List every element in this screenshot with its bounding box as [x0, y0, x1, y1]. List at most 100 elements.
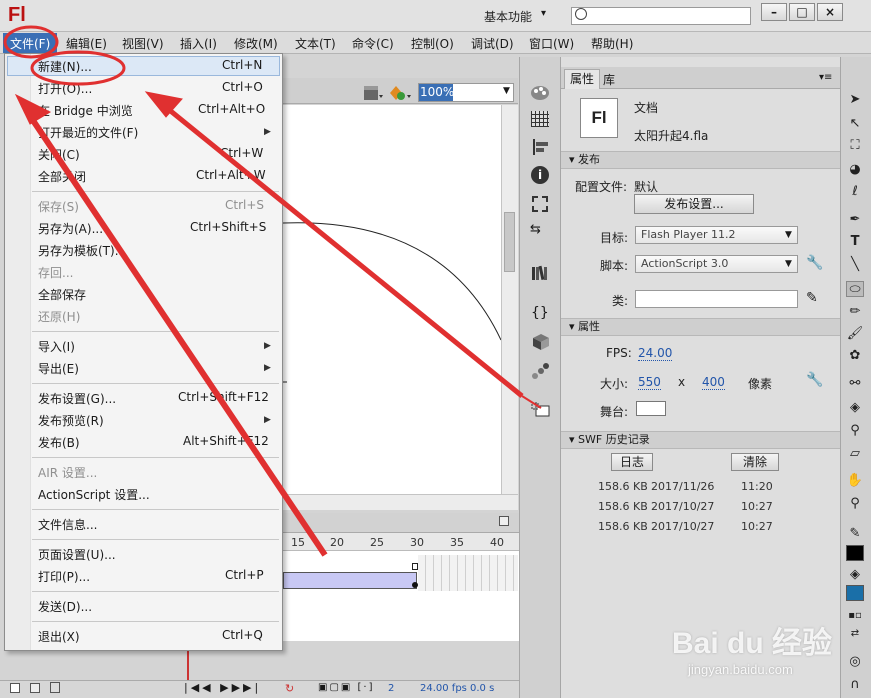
- motion-presets-icon[interactable]: [531, 362, 551, 380]
- keyframe-filled[interactable]: [412, 582, 418, 588]
- menu-item-new[interactable]: 新建(N)...: [38, 58, 92, 75]
- wrench-icon[interactable]: 🔧: [806, 255, 823, 271]
- menu-item-send[interactable]: 发送(D)...: [38, 598, 92, 615]
- section-swf-history[interactable]: ▾ SWF 历史记录: [561, 431, 840, 449]
- menu-item-export[interactable]: 导出(E): [38, 360, 79, 377]
- text-tool-icon[interactable]: T: [846, 234, 864, 250]
- vertical-scrollbar[interactable]: [501, 105, 518, 494]
- menu-modify[interactable]: 修改(M): [234, 35, 278, 52]
- new-layer-icon[interactable]: [10, 683, 20, 693]
- timeline-frame-grid[interactable]: [418, 555, 518, 591]
- menu-item-check-in[interactable]: 存回...: [38, 264, 73, 281]
- brush-tool-icon[interactable]: 🖌: [846, 326, 864, 342]
- pen-tool-icon[interactable]: ✒: [846, 212, 864, 228]
- magnet-icon[interactable]: ∩: [846, 677, 864, 693]
- fps-value[interactable]: 24.00: [638, 346, 673, 361]
- search-input[interactable]: [571, 7, 751, 25]
- menu-commands[interactable]: 命令(C): [352, 35, 394, 52]
- snap-icon[interactable]: ◎: [846, 654, 864, 670]
- onion-skin-icon[interactable]: ▣▢▣ [·]: [318, 682, 375, 693]
- edit-scene-icon[interactable]: [362, 84, 384, 102]
- info-icon[interactable]: i: [531, 166, 549, 184]
- close-button[interactable]: ×: [817, 3, 843, 21]
- hand-tool-icon[interactable]: ✋: [846, 473, 864, 489]
- menu-item-publish-preview[interactable]: 发布预览(R): [38, 412, 104, 429]
- menu-item-publish-settings[interactable]: 发布设置(G)...: [38, 390, 116, 407]
- stage-color-swatch[interactable]: [636, 401, 666, 416]
- clear-button[interactable]: 清除: [731, 453, 779, 471]
- tween-span[interactable]: [283, 572, 417, 589]
- fill-color-icon[interactable]: ◈: [846, 567, 864, 583]
- library-icon[interactable]: [531, 264, 549, 282]
- menu-edit[interactable]: 编辑(E): [66, 35, 107, 52]
- eyedropper-icon[interactable]: ⚲: [846, 423, 864, 439]
- edit-symbol-icon[interactable]: [388, 84, 414, 102]
- keyframe-empty[interactable]: [412, 563, 418, 570]
- lasso-icon[interactable]: ℓ: [846, 184, 864, 200]
- selection-tool-icon[interactable]: ➤: [846, 92, 864, 108]
- menu-insert[interactable]: 插入(I): [180, 35, 217, 52]
- timeline-ruler[interactable]: [283, 533, 519, 551]
- menu-item-save-all[interactable]: 全部保存: [38, 286, 86, 303]
- script-select[interactable]: ActionScript 3.0: [635, 255, 798, 273]
- menu-help[interactable]: 帮助(H): [591, 35, 633, 52]
- menu-view[interactable]: 视图(V): [122, 35, 164, 52]
- menu-item-save-as[interactable]: 另存为(A)...: [38, 220, 103, 237]
- target-select[interactable]: Flash Player 11.2: [635, 226, 798, 244]
- playhead[interactable]: [187, 647, 189, 680]
- section-publish[interactable]: ▾ 发布: [561, 151, 840, 169]
- color-panel-icon[interactable]: [530, 84, 550, 102]
- menu-item-print[interactable]: 打印(P)...: [38, 568, 90, 585]
- menu-item-save[interactable]: 保存(S): [38, 198, 79, 215]
- default-colors-icon[interactable]: ▪▫: [846, 608, 864, 624]
- stroke-color-icon[interactable]: ✎: [846, 526, 864, 542]
- menu-window[interactable]: 窗口(W): [529, 35, 574, 52]
- menu-file[interactable]: 文件(F): [10, 35, 50, 52]
- paint-bucket-icon[interactable]: ◈: [846, 400, 864, 416]
- menu-item-actionscript-settings[interactable]: ActionScript 设置...: [38, 486, 150, 503]
- menu-item-open-recent[interactable]: 打开最近的文件(F): [38, 124, 138, 141]
- trash-icon[interactable]: [50, 682, 60, 693]
- pencil-icon[interactable]: ✎: [806, 290, 818, 306]
- zoom-tool-icon[interactable]: ⚲: [846, 496, 864, 512]
- frame-rate[interactable]: 24.00 fps: [420, 683, 467, 694]
- minimize-button[interactable]: –: [761, 3, 787, 21]
- loop-icon[interactable]: ↻: [285, 682, 294, 695]
- movie-explorer-icon[interactable]: [531, 402, 551, 418]
- horizontal-scrollbar[interactable]: [283, 494, 518, 510]
- pencil-tool-icon[interactable]: ✏: [846, 304, 864, 320]
- stroke-color-swatch[interactable]: [846, 545, 864, 561]
- free-transform-icon[interactable]: ⛶: [846, 138, 864, 154]
- code-snippets-icon[interactable]: {}: [531, 305, 551, 323]
- tab-properties[interactable]: 属性: [564, 69, 600, 89]
- section-properties[interactable]: ▾ 属性: [561, 318, 840, 336]
- menu-item-page-setup[interactable]: 页面设置(U)...: [38, 546, 116, 563]
- bone-tool-icon[interactable]: ⚯: [846, 376, 864, 392]
- current-frame[interactable]: 2: [388, 683, 394, 694]
- menu-item-import[interactable]: 导入(I): [38, 338, 75, 355]
- maximize-button[interactable]: □: [789, 3, 815, 21]
- menu-item-file-info[interactable]: 文件信息...: [38, 516, 97, 533]
- menu-item-save-as-template[interactable]: 另存为模板(T)...: [38, 242, 126, 259]
- menu-control[interactable]: 控制(O): [411, 35, 454, 52]
- scrollbar-thumb[interactable]: [504, 212, 515, 272]
- menu-text[interactable]: 文本(T): [295, 35, 336, 52]
- fill-color-swatch[interactable]: [846, 585, 864, 601]
- class-input[interactable]: [635, 290, 798, 308]
- align-icon[interactable]: [532, 139, 550, 155]
- workspace-switcher[interactable]: 基本功能: [484, 8, 532, 25]
- line-tool-icon[interactable]: ╲: [846, 257, 864, 273]
- menu-item-close[interactable]: 关闭(C): [38, 146, 80, 163]
- components-icon[interactable]: [531, 333, 551, 351]
- menu-debug[interactable]: 调试(D): [471, 35, 514, 52]
- collapse-icon[interactable]: [499, 516, 509, 526]
- oval-tool-icon[interactable]: ⬭: [846, 281, 864, 297]
- transform-icon[interactable]: [532, 196, 548, 212]
- width-value[interactable]: 550: [638, 375, 661, 390]
- tab-library[interactable]: 库: [603, 71, 615, 88]
- deco-tool-icon[interactable]: ✿: [846, 348, 864, 364]
- new-folder-icon[interactable]: [30, 683, 40, 693]
- menu-item-close-all[interactable]: 全部关闭: [38, 168, 86, 185]
- swap-colors-icon[interactable]: ⇄: [846, 626, 864, 642]
- history-icon[interactable]: ⇆: [530, 222, 550, 240]
